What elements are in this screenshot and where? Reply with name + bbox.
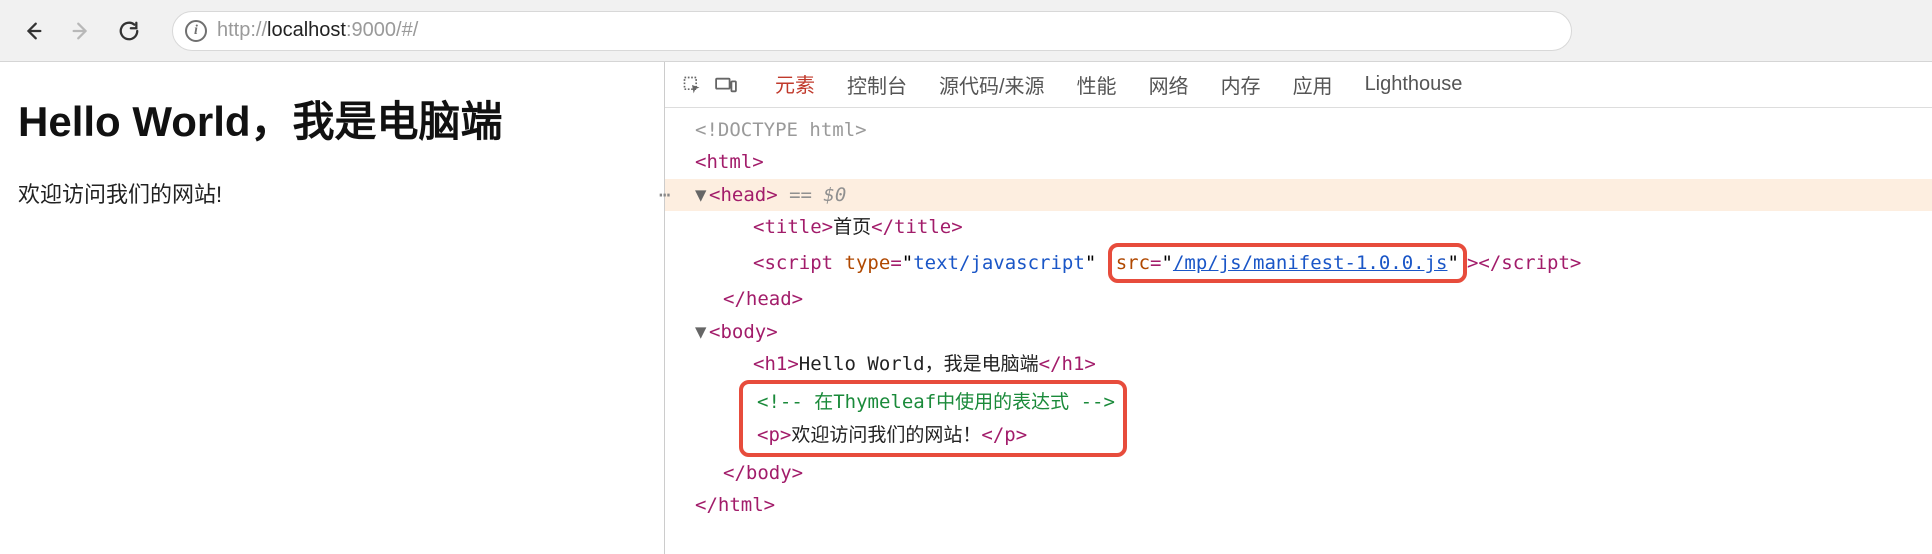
element-picker-icon[interactable] <box>675 75 709 95</box>
dom-html-open[interactable]: <html> <box>665 146 1932 178</box>
tab-lighthouse[interactable]: Lighthouse <box>1349 63 1479 106</box>
dom-script[interactable]: <script type="text/javascript" src="/mp/… <box>665 243 1932 283</box>
dom-doctype[interactable]: <!DOCTYPE html> <box>665 114 1932 146</box>
dom-head-open[interactable]: ⋯▼<head> == $0 <box>665 179 1932 211</box>
tab-elements[interactable]: 元素 <box>759 59 831 111</box>
forward-button[interactable] <box>62 12 100 50</box>
site-info-icon[interactable]: i <box>185 20 207 42</box>
devtools-panel: 元素 控制台 源代码/来源 性能 网络 内存 应用 Lighthouse <!D… <box>665 62 1932 554</box>
dom-title[interactable]: <title>首页</title> <box>665 211 1932 243</box>
dom-p[interactable]: <p>欢迎访问我们的网站！</p> <box>743 419 1115 451</box>
tab-application[interactable]: 应用 <box>1277 60 1349 109</box>
address-bar[interactable]: i http://localhost:9000/#/ <box>172 11 1572 51</box>
devtools-toolbar: 元素 控制台 源代码/来源 性能 网络 内存 应用 Lighthouse <box>665 62 1932 108</box>
rendered-page: Hello World，我是电脑端 欢迎访问我们的网站! <box>0 62 665 554</box>
tab-network[interactable]: 网络 <box>1133 60 1205 109</box>
back-button[interactable] <box>14 12 52 50</box>
tab-performance[interactable]: 性能 <box>1061 60 1133 109</box>
dom-html-close[interactable]: </html> <box>665 489 1932 521</box>
url-text: http://localhost:9000/#/ <box>217 19 418 42</box>
dom-comment[interactable]: <!-- 在Thymeleaf中使用的表达式 --> <box>743 386 1115 418</box>
page-paragraph: 欢迎访问我们的网站! <box>18 177 646 209</box>
browser-toolbar: i http://localhost:9000/#/ <box>0 0 1932 62</box>
annotation-highlight-box: <!-- 在Thymeleaf中使用的表达式 --> <p>欢迎访问我们的网站！… <box>739 380 1127 457</box>
tab-memory[interactable]: 内存 <box>1205 60 1277 109</box>
page-heading: Hello World，我是电脑端 <box>18 88 646 149</box>
tab-sources[interactable]: 源代码/来源 <box>923 60 1061 109</box>
device-toggle-icon[interactable] <box>709 76 743 94</box>
dom-body-open[interactable]: ▼<body> <box>665 316 1932 348</box>
reload-button[interactable] <box>110 12 148 50</box>
dom-body-close[interactable]: </body> <box>665 457 1932 489</box>
dom-tree[interactable]: <!DOCTYPE html> <html> ⋯▼<head> == $0 <t… <box>665 108 1932 528</box>
dom-head-close[interactable]: </head> <box>665 283 1932 315</box>
tab-console[interactable]: 控制台 <box>831 60 923 109</box>
dom-h1[interactable]: <h1>Hello World，我是电脑端</h1> <box>665 348 1932 380</box>
